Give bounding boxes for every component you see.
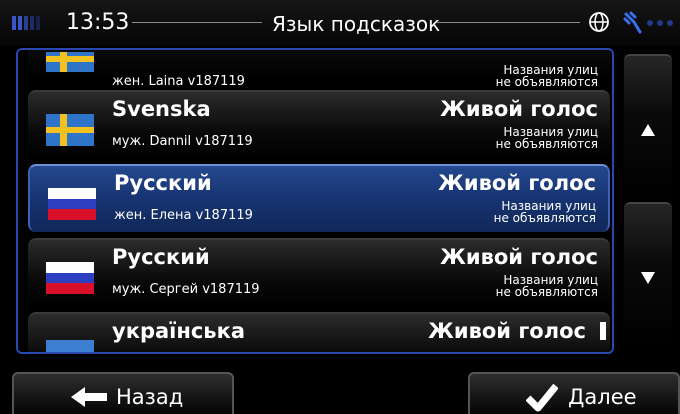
clock: 13:53 [66,10,130,35]
title-divider-right [436,22,580,23]
globe-icon[interactable] [587,10,611,34]
language-list[interactable]: жен. Laina v187119 Названия улиц не объя… [16,48,614,354]
sweden-flag-icon [46,52,94,72]
sweden-flag-icon [46,114,94,146]
back-button[interactable]: Назад [12,372,234,414]
voice-type: Живой голос [438,171,596,195]
voice-type: Живой голос [440,245,598,269]
list-item[interactable]: жен. Laina v187119 Названия улиц не объя… [28,50,610,89]
list-item[interactable]: Русский муж. Сергей v187119 Живой голос … [28,238,610,306]
triangle-down-icon [641,272,655,284]
title-divider-left [132,22,262,23]
triangle-up-icon [641,124,655,136]
voice-type: Живой голос [428,319,586,343]
russia-flag-icon [46,262,94,294]
ukraine-flag-icon [46,340,94,352]
list-scroll-indicator [600,322,606,340]
street-names-note: Названия улиц не объявляются [495,125,598,151]
language-name: Русский [112,245,210,269]
list-item[interactable]: Svenska муж. Dannil v187119 Живой голос … [28,90,610,158]
next-button[interactable]: Далее [468,372,680,414]
back-label: Назад [116,385,184,409]
arrow-left-icon [71,387,107,407]
voice-name: муж. Dannil v187119 [112,134,253,149]
signal-bars-icon [12,16,46,30]
street-names-note: Названия улиц не объявляются [495,273,598,299]
language-name: українська [112,319,246,343]
status-bar: 13:53 Язык подсказок [0,0,680,46]
scroll-down-button[interactable] [624,202,672,350]
list-item-selected[interactable]: Русский жен. Елена v187119 Живой голос Н… [28,164,610,232]
gps-satellite-icon[interactable] [622,10,680,36]
voice-type: Живой голос [440,97,598,121]
scrollbar[interactable] [624,54,672,350]
russia-flag-icon [48,188,96,220]
scroll-up-button[interactable] [624,54,672,202]
checkmark-icon [526,383,558,412]
voice-name: жен. Laina v187119 [112,74,245,89]
page-title: Язык подсказок [272,12,441,36]
voice-name: жен. Елена v187119 [114,208,253,223]
next-label: Далее [568,385,637,409]
street-names-note: Названия улиц не объявляются [493,199,596,225]
list-item[interactable]: українська Живой голос [28,312,610,352]
voice-name: муж. Сергей v187119 [112,282,260,297]
street-names-note: Названия улиц не объявляются [495,63,598,89]
language-name: Русский [114,171,212,195]
language-name: Svenska [112,97,211,121]
